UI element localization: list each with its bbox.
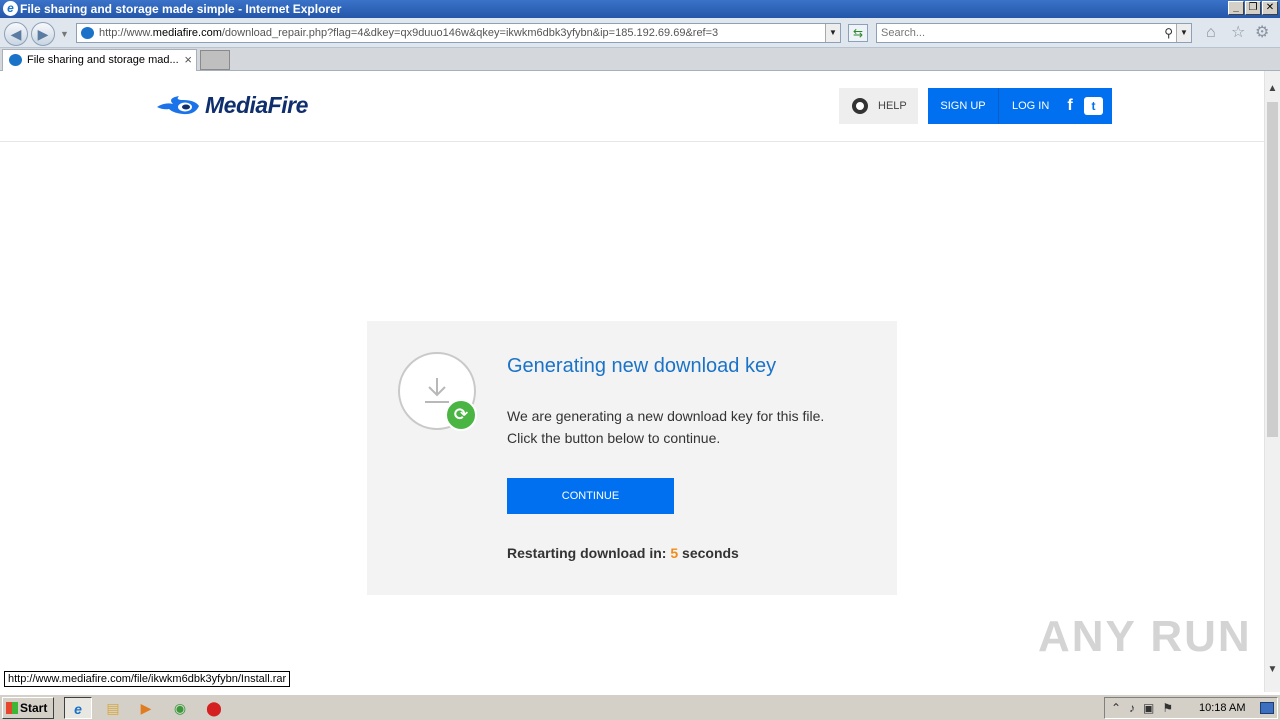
forward-button[interactable]: ▶	[31, 22, 55, 46]
restart-countdown: Restarting download in: 5 seconds	[507, 545, 739, 561]
home-icon[interactable]: ⌂	[1206, 25, 1216, 41]
tab-mediafire[interactable]: File sharing and storage mad... ×	[2, 49, 197, 71]
show-desktop-icon[interactable]	[1260, 702, 1274, 714]
facebook-icon[interactable]: f	[1061, 97, 1079, 115]
help-label: HELP	[878, 100, 907, 112]
scroll-down-icon[interactable]: ▼	[1265, 664, 1280, 678]
minimize-button[interactable]: _	[1228, 1, 1244, 15]
tab-strip: File sharing and storage mad... ×	[0, 48, 1280, 71]
card-desc-line1: We are generating a new download key for…	[507, 408, 825, 424]
site-favicon-icon	[81, 27, 94, 39]
system-tray: ⌃♪▣⚑ 10:18 AM	[1104, 697, 1278, 719]
search-box[interactable]: Search... ⚲ ▼	[876, 23, 1192, 43]
address-dropdown-icon[interactable]: ▼	[825, 24, 840, 42]
restore-button[interactable]: ❐	[1245, 1, 1261, 15]
start-button[interactable]: Start	[2, 697, 54, 719]
log-in-label: LOG IN	[1012, 100, 1050, 112]
tab-title: File sharing and storage mad...	[27, 54, 179, 66]
restart-suffix: seconds	[682, 545, 739, 561]
account-buttons: SIGN UP LOG IN f t	[928, 88, 1112, 124]
taskbar-opera-icon[interactable]: ⬤	[200, 697, 228, 719]
back-arrow-icon: ◀	[10, 26, 22, 42]
sign-up-button[interactable]: SIGN UP	[928, 88, 999, 124]
taskbar-ie-icon[interactable]: e	[64, 697, 92, 719]
clock[interactable]: 10:18 AM	[1199, 698, 1245, 718]
search-placeholder: Search...	[881, 27, 926, 39]
card-desc-line2: Click the button below to continue.	[507, 430, 721, 446]
refresh-arrows-icon: ⇆	[852, 26, 864, 40]
scroll-thumb[interactable]	[1267, 102, 1278, 437]
url-path: /download_repair.php?flag=4&dkey=qx9duuo…	[221, 27, 719, 39]
lifebuoy-icon	[852, 98, 868, 114]
taskbar-explorer-icon[interactable]: ▤	[99, 697, 127, 719]
window-controls: _ ❐ ✕	[1228, 1, 1278, 15]
site-header: MediaFire HELP SIGN UP LOG IN f t	[0, 71, 1264, 142]
search-dropdown-icon[interactable]: ▼	[1176, 24, 1191, 42]
windows-taskbar: Start e ▤ ▶ ◉ ⬤ ⌃♪▣⚑ 10:18 AM	[0, 694, 1280, 720]
flame-logo-icon	[157, 96, 199, 115]
card-description: We are generating a new download key for…	[507, 405, 867, 449]
anyrun-watermark: ANY RUN	[1038, 612, 1252, 661]
gear-icon[interactable]: ⚙	[1255, 25, 1269, 41]
window-titlebar: e File sharing and storage made simple -…	[0, 0, 1280, 18]
forward-arrow-icon: ▶	[37, 26, 49, 42]
tab-close-icon[interactable]: ×	[184, 50, 192, 70]
search-icon[interactable]: ⚲	[1164, 24, 1173, 42]
new-tab-button[interactable]	[200, 50, 230, 70]
restart-prefix: Restarting download in:	[507, 545, 667, 561]
tray-icons[interactable]: ⌃♪▣⚑	[1111, 698, 1181, 718]
url-domain: mediafire.com	[152, 27, 222, 39]
continue-button[interactable]: CONTINUE	[507, 478, 674, 514]
window-title: File sharing and storage made simple - I…	[20, 2, 342, 16]
compat-refresh-button[interactable]: ⇆	[848, 24, 868, 42]
scroll-up-icon[interactable]: ▲	[1265, 83, 1280, 97]
logo-text: MediaFire	[205, 91, 308, 118]
close-window-button[interactable]: ✕	[1262, 1, 1278, 15]
browser-navbar: ◀ ▶ ▼ http://www.mediafire.com/download_…	[0, 18, 1280, 48]
back-button[interactable]: ◀	[4, 22, 28, 46]
mediafire-logo[interactable]: MediaFire	[155, 90, 308, 120]
taskbar-media-player-icon[interactable]: ▶	[132, 697, 160, 719]
ie-logo-icon: e	[3, 1, 18, 16]
address-bar[interactable]: http://www.mediafire.com/download_repair…	[76, 23, 841, 43]
countdown-value: 5	[670, 545, 679, 561]
taskbar-chrome-icon[interactable]: ◉	[166, 697, 194, 719]
favorites-star-icon[interactable]: ☆	[1231, 25, 1245, 41]
tab-favicon-icon	[9, 54, 22, 66]
card-title: Generating new download key	[507, 355, 777, 377]
download-key-card: ⟳ Generating new download key We are gen…	[367, 321, 897, 595]
vertical-scrollbar[interactable]: ▲ ▼	[1264, 71, 1280, 692]
help-button[interactable]: HELP	[839, 88, 918, 124]
log-in-button[interactable]: LOG IN f t	[999, 88, 1112, 124]
url-prefix: http://www.	[99, 27, 153, 39]
status-bar-link: http://www.mediafire.com/file/ikwkm6dbk3…	[4, 671, 291, 687]
refresh-badge-icon: ⟳	[445, 399, 477, 431]
start-label: Start	[20, 701, 48, 715]
twitter-icon[interactable]: t	[1084, 97, 1103, 115]
web-page: MediaFire HELP SIGN UP LOG IN f t ⟳ Gene…	[0, 71, 1264, 692]
windows-flag-icon	[6, 702, 18, 714]
history-dropdown-icon[interactable]: ▼	[60, 29, 69, 39]
download-arrow-icon	[425, 378, 449, 403]
